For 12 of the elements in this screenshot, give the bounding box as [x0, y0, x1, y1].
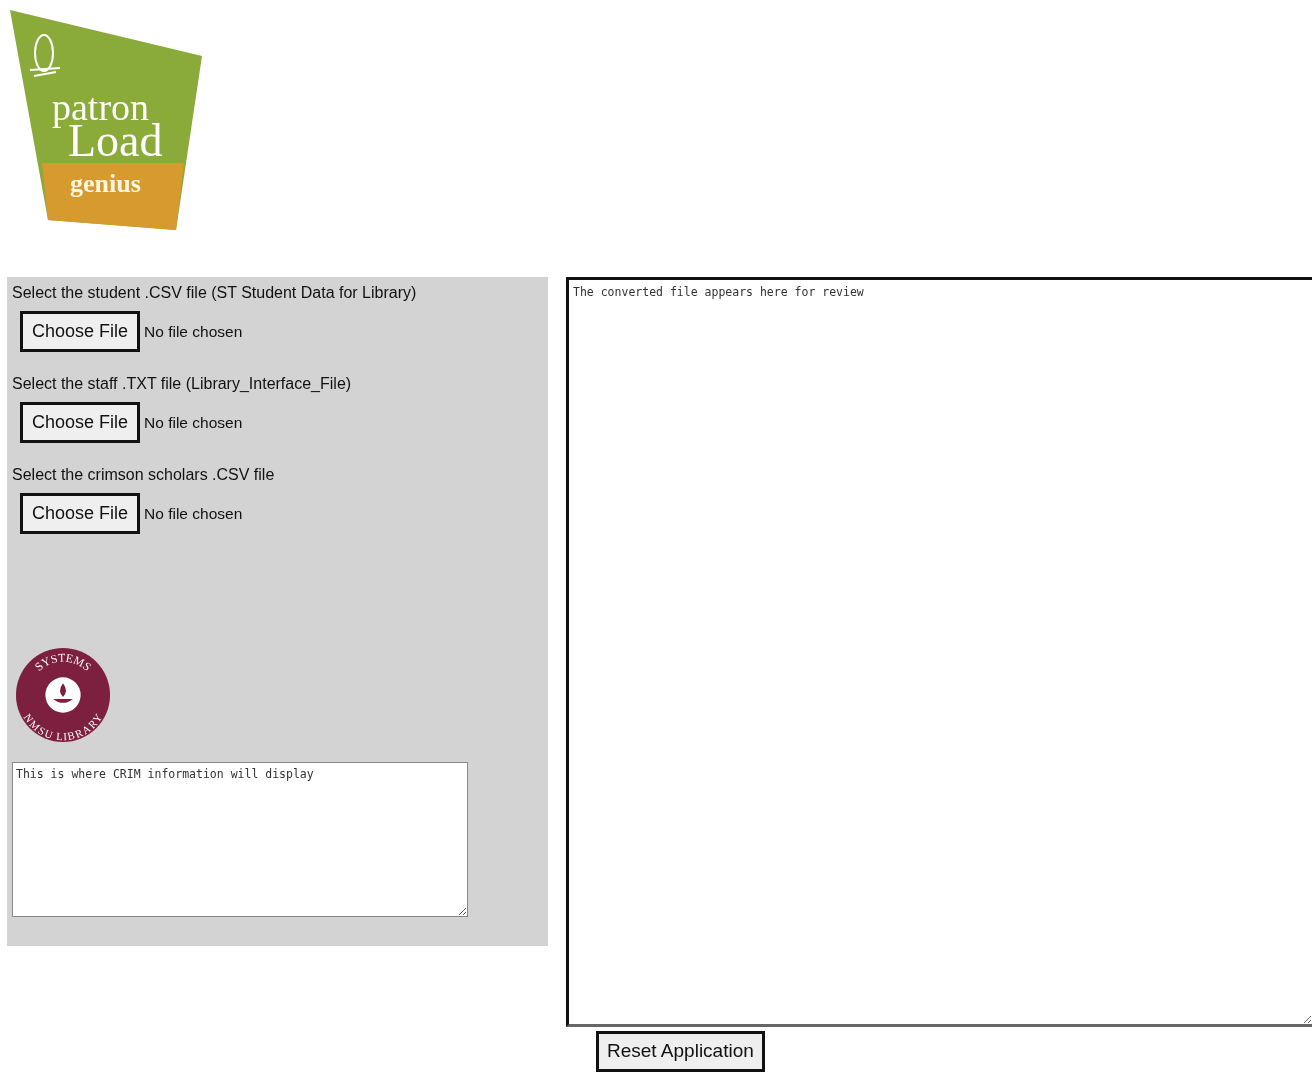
- file-status: No file chosen: [144, 321, 243, 342]
- field-label: Select the student .CSV file (ST Student Data for Library): [12, 283, 417, 303]
- choose-file-button[interactable]: Choose File: [20, 311, 141, 352]
- choose-file-button[interactable]: Choose File: [20, 402, 141, 443]
- crim-info-box[interactable]: This is where CRIM information will display: [12, 762, 468, 917]
- file-status: No file chosen: [144, 503, 243, 524]
- reset-button[interactable]: Reset Application: [596, 1031, 765, 1072]
- choose-file-button[interactable]: Choose File: [20, 493, 141, 534]
- field-label: Select the staff .TXT file (Library_Interface_File): [12, 374, 352, 394]
- output-text-area[interactable]: The converted file appears here for review: [566, 277, 1312, 1027]
- file-status: No file chosen: [144, 412, 243, 433]
- field-label: Select the crimson scholars .CSV file: [12, 465, 275, 485]
